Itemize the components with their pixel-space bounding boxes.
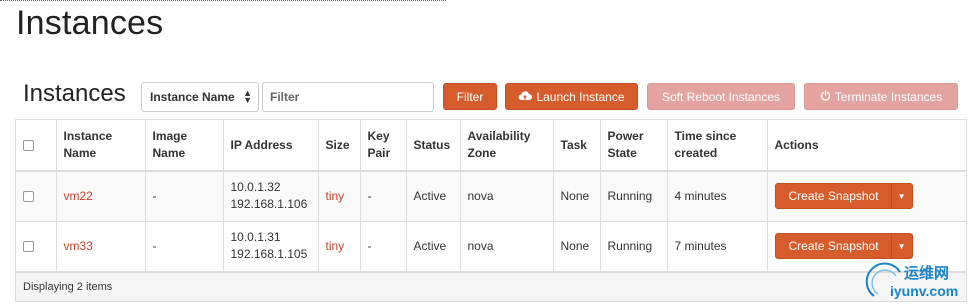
time-since-created-cell: 7 minutes: [667, 221, 768, 272]
create-snapshot-button[interactable]: Create Snapshot: [776, 184, 892, 209]
top-dotted-border: [0, 0, 446, 3]
column-header-image-name[interactable]: Image Name: [145, 120, 224, 172]
column-header-key-pair[interactable]: Key Pair: [360, 120, 407, 172]
column-header-size[interactable]: Size: [318, 120, 361, 172]
ip-address-cell: 10.0.1.32 192.168.1.106: [223, 171, 319, 222]
watermark-text-cn: 运维网: [904, 265, 950, 282]
column-header-actions: Actions: [767, 120, 966, 172]
soft-reboot-label: Soft Reboot Instances: [661, 89, 781, 104]
cloud-upload-icon: [518, 90, 533, 104]
column-header-availability-zone[interactable]: Availability Zone: [460, 120, 554, 172]
table-row: vm22 - 10.0.1.32 192.168.1.106 tiny - Ac…: [16, 171, 966, 222]
status-cell: Active: [406, 221, 461, 272]
table-footer: Displaying 2 items: [16, 271, 966, 301]
launch-instance-label: Launch Instance: [536, 89, 625, 104]
filter-field-label: Instance Name: [150, 90, 235, 104]
launch-instance-button[interactable]: Launch Instance: [505, 83, 638, 110]
instance-name-link[interactable]: vm33: [56, 221, 146, 272]
availability-zone-cell: nova: [460, 171, 554, 222]
terminate-instances-label: Terminate Instances: [834, 89, 943, 104]
create-snapshot-button[interactable]: Create Snapshot: [776, 234, 892, 258]
ip-address-floating: 192.168.1.105: [230, 247, 308, 261]
row-actions-button-group: Create Snapshot ▼: [774, 183, 913, 210]
task-cell: None: [553, 171, 601, 222]
terminate-instances-button[interactable]: Terminate Instances: [804, 83, 958, 110]
row-checkbox[interactable]: [23, 240, 34, 252]
ip-address-cell: 10.0.1.31 192.168.1.105: [223, 221, 319, 272]
select-all-cell: [16, 120, 57, 172]
column-header-power-state[interactable]: Power State: [600, 120, 668, 172]
image-name-cell: -: [145, 171, 224, 222]
row-actions-button-group: Create Snapshot ▼: [774, 233, 913, 259]
filter-input[interactable]: [262, 82, 434, 112]
table-header-row: Instance Name Image Name IP Address Size…: [16, 120, 966, 172]
status-cell: Active: [406, 171, 461, 222]
column-header-instance-name[interactable]: Instance Name: [56, 120, 146, 172]
select-all-checkbox[interactable]: [23, 139, 34, 151]
row-select-cell: [16, 171, 57, 222]
instances-table: Instance Name Image Name IP Address Size…: [15, 119, 967, 302]
table-toolbar: Instances Instance Name ▲▼ Filter Launch…: [0, 79, 971, 113]
ip-address-private: 10.0.1.32: [230, 180, 281, 195]
image-name-cell: -: [145, 221, 224, 272]
size-link[interactable]: tiny: [318, 171, 361, 222]
column-header-task[interactable]: Task: [553, 120, 601, 172]
time-since-created-cell: 4 minutes: [667, 171, 768, 222]
filter-button-label: Filter: [456, 89, 484, 104]
key-pair-cell: -: [360, 171, 407, 222]
watermark-text-en: iyunv.com: [890, 283, 959, 299]
filter-field-select[interactable]: Instance Name ▲ ▼: [141, 82, 259, 112]
ip-address-private: 10.0.1.31: [230, 230, 281, 244]
page-title: Instances: [16, 4, 164, 42]
column-header-time-since-created[interactable]: Time since created: [667, 120, 768, 172]
row-select-cell: [16, 221, 57, 272]
task-cell: None: [553, 221, 601, 272]
caret-down-icon[interactable]: ▼: [892, 184, 912, 208]
actions-cell: Create Snapshot ▼: [767, 171, 966, 222]
row-checkbox[interactable]: [23, 191, 34, 203]
size-link[interactable]: tiny: [318, 221, 361, 272]
section-title: Instances: [23, 80, 126, 107]
filter-button[interactable]: Filter: [443, 83, 497, 110]
sort-caret-icon: ▲ ▼: [243, 88, 252, 105]
power-icon: [820, 89, 831, 104]
item-count: Displaying 2 items: [23, 280, 113, 293]
power-state-cell: Running: [600, 171, 668, 222]
ip-address-floating: 192.168.1.106: [230, 197, 308, 212]
caret-down-icon[interactable]: ▼: [892, 234, 912, 258]
column-header-ip-address[interactable]: IP Address: [223, 120, 319, 172]
soft-reboot-button[interactable]: Soft Reboot Instances: [647, 83, 795, 110]
column-header-status[interactable]: Status: [406, 120, 461, 172]
table-row: vm33 - 10.0.1.31 192.168.1.105 tiny - Ac…: [16, 221, 966, 272]
power-state-cell: Running: [600, 221, 668, 272]
availability-zone-cell: nova: [460, 221, 554, 272]
key-pair-cell: -: [360, 221, 407, 272]
instance-name-link[interactable]: vm22: [56, 171, 146, 222]
